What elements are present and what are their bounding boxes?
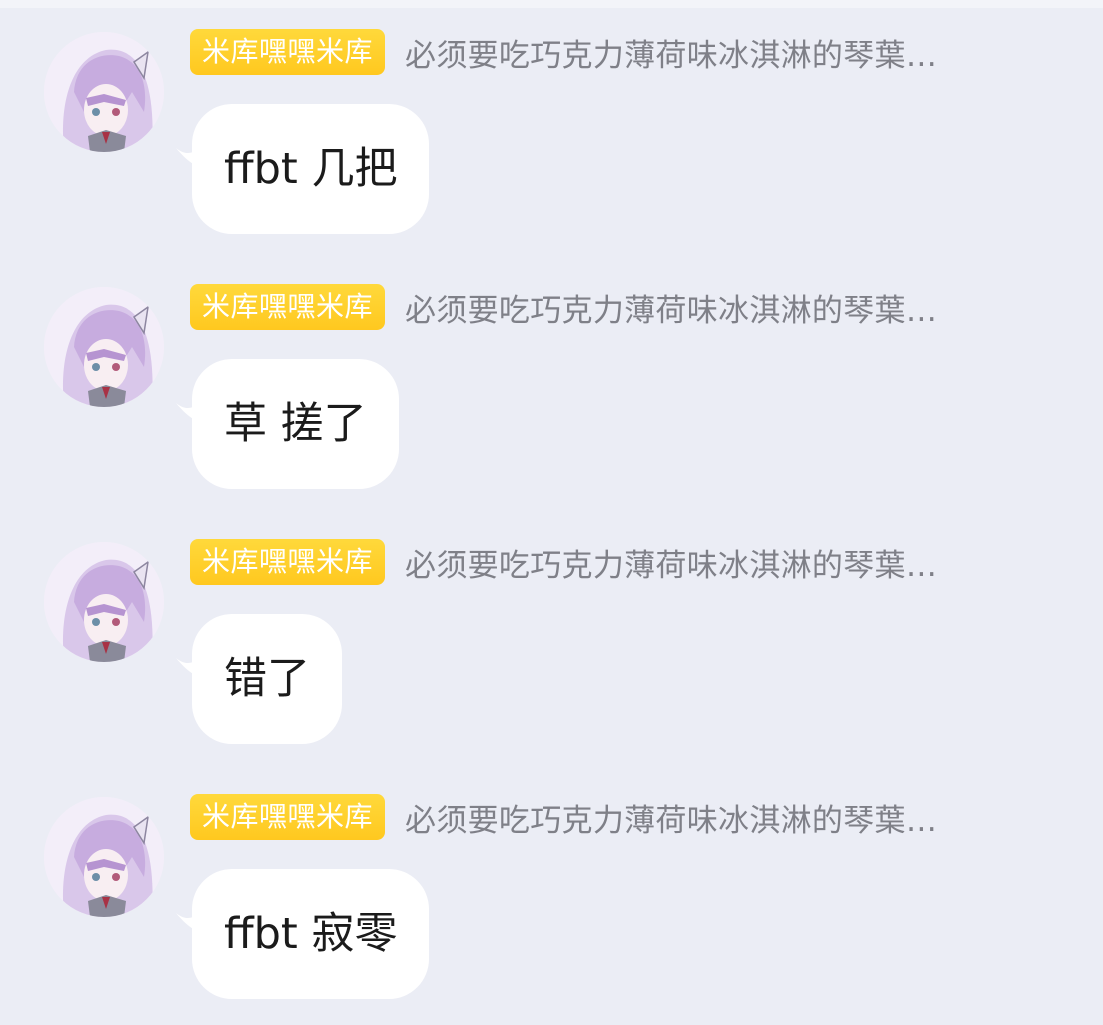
- chat-message: 米库嘿嘿米库 必须要吃巧克力薄荷味冰淇淋的琴葉… ffbt 寂零: [0, 765, 1103, 999]
- avatar[interactable]: [44, 542, 164, 662]
- anime-avatar-icon: [44, 542, 164, 662]
- message-bubble[interactable]: 错了: [192, 614, 342, 744]
- message-bubble[interactable]: ffbt 寂零: [192, 869, 430, 999]
- group-title-badge[interactable]: 米库嘿嘿米库: [190, 794, 386, 840]
- message-bubble[interactable]: ffbt 几把: [192, 104, 430, 234]
- anime-avatar-icon: [44, 287, 164, 407]
- group-title-badge[interactable]: 米库嘿嘿米库: [190, 29, 386, 75]
- message-header: 米库嘿嘿米库 必须要吃巧克力薄荷味冰淇淋的琴葉…: [190, 283, 937, 331]
- avatar[interactable]: [44, 287, 164, 407]
- group-title-badge[interactable]: 米库嘿嘿米库: [190, 539, 386, 585]
- sender-name[interactable]: 必须要吃巧克力薄荷味冰淇淋的琴葉…: [405, 540, 937, 585]
- chat-message: 米库嘿嘿米库 必须要吃巧克力薄荷味冰淇淋的琴葉… 草 搓了: [0, 255, 1103, 489]
- sender-name[interactable]: 必须要吃巧克力薄荷味冰淇淋的琴葉…: [405, 795, 937, 840]
- anime-avatar-icon: [44, 797, 164, 917]
- message-header: 米库嘿嘿米库 必须要吃巧克力薄荷味冰淇淋的琴葉…: [190, 538, 937, 586]
- group-title-badge[interactable]: 米库嘿嘿米库: [190, 284, 386, 330]
- sender-name[interactable]: 必须要吃巧克力薄荷味冰淇淋的琴葉…: [405, 30, 937, 75]
- avatar[interactable]: [44, 797, 164, 917]
- avatar[interactable]: [44, 32, 164, 152]
- chat-message: 米库嘿嘿米库 必须要吃巧克力薄荷味冰淇淋的琴葉… 错了: [0, 510, 1103, 744]
- chat-message: 米库嘿嘿米库 必须要吃巧克力薄荷味冰淇淋的琴葉… ffbt 几把: [0, 0, 1103, 234]
- message-header: 米库嘿嘿米库 必须要吃巧克力薄荷味冰淇淋的琴葉…: [190, 793, 937, 841]
- sender-name[interactable]: 必须要吃巧克力薄荷味冰淇淋的琴葉…: [405, 285, 937, 330]
- message-bubble[interactable]: 草 搓了: [192, 359, 399, 489]
- message-header: 米库嘿嘿米库 必须要吃巧克力薄荷味冰淇淋的琴葉…: [190, 28, 937, 76]
- anime-avatar-icon: [44, 32, 164, 152]
